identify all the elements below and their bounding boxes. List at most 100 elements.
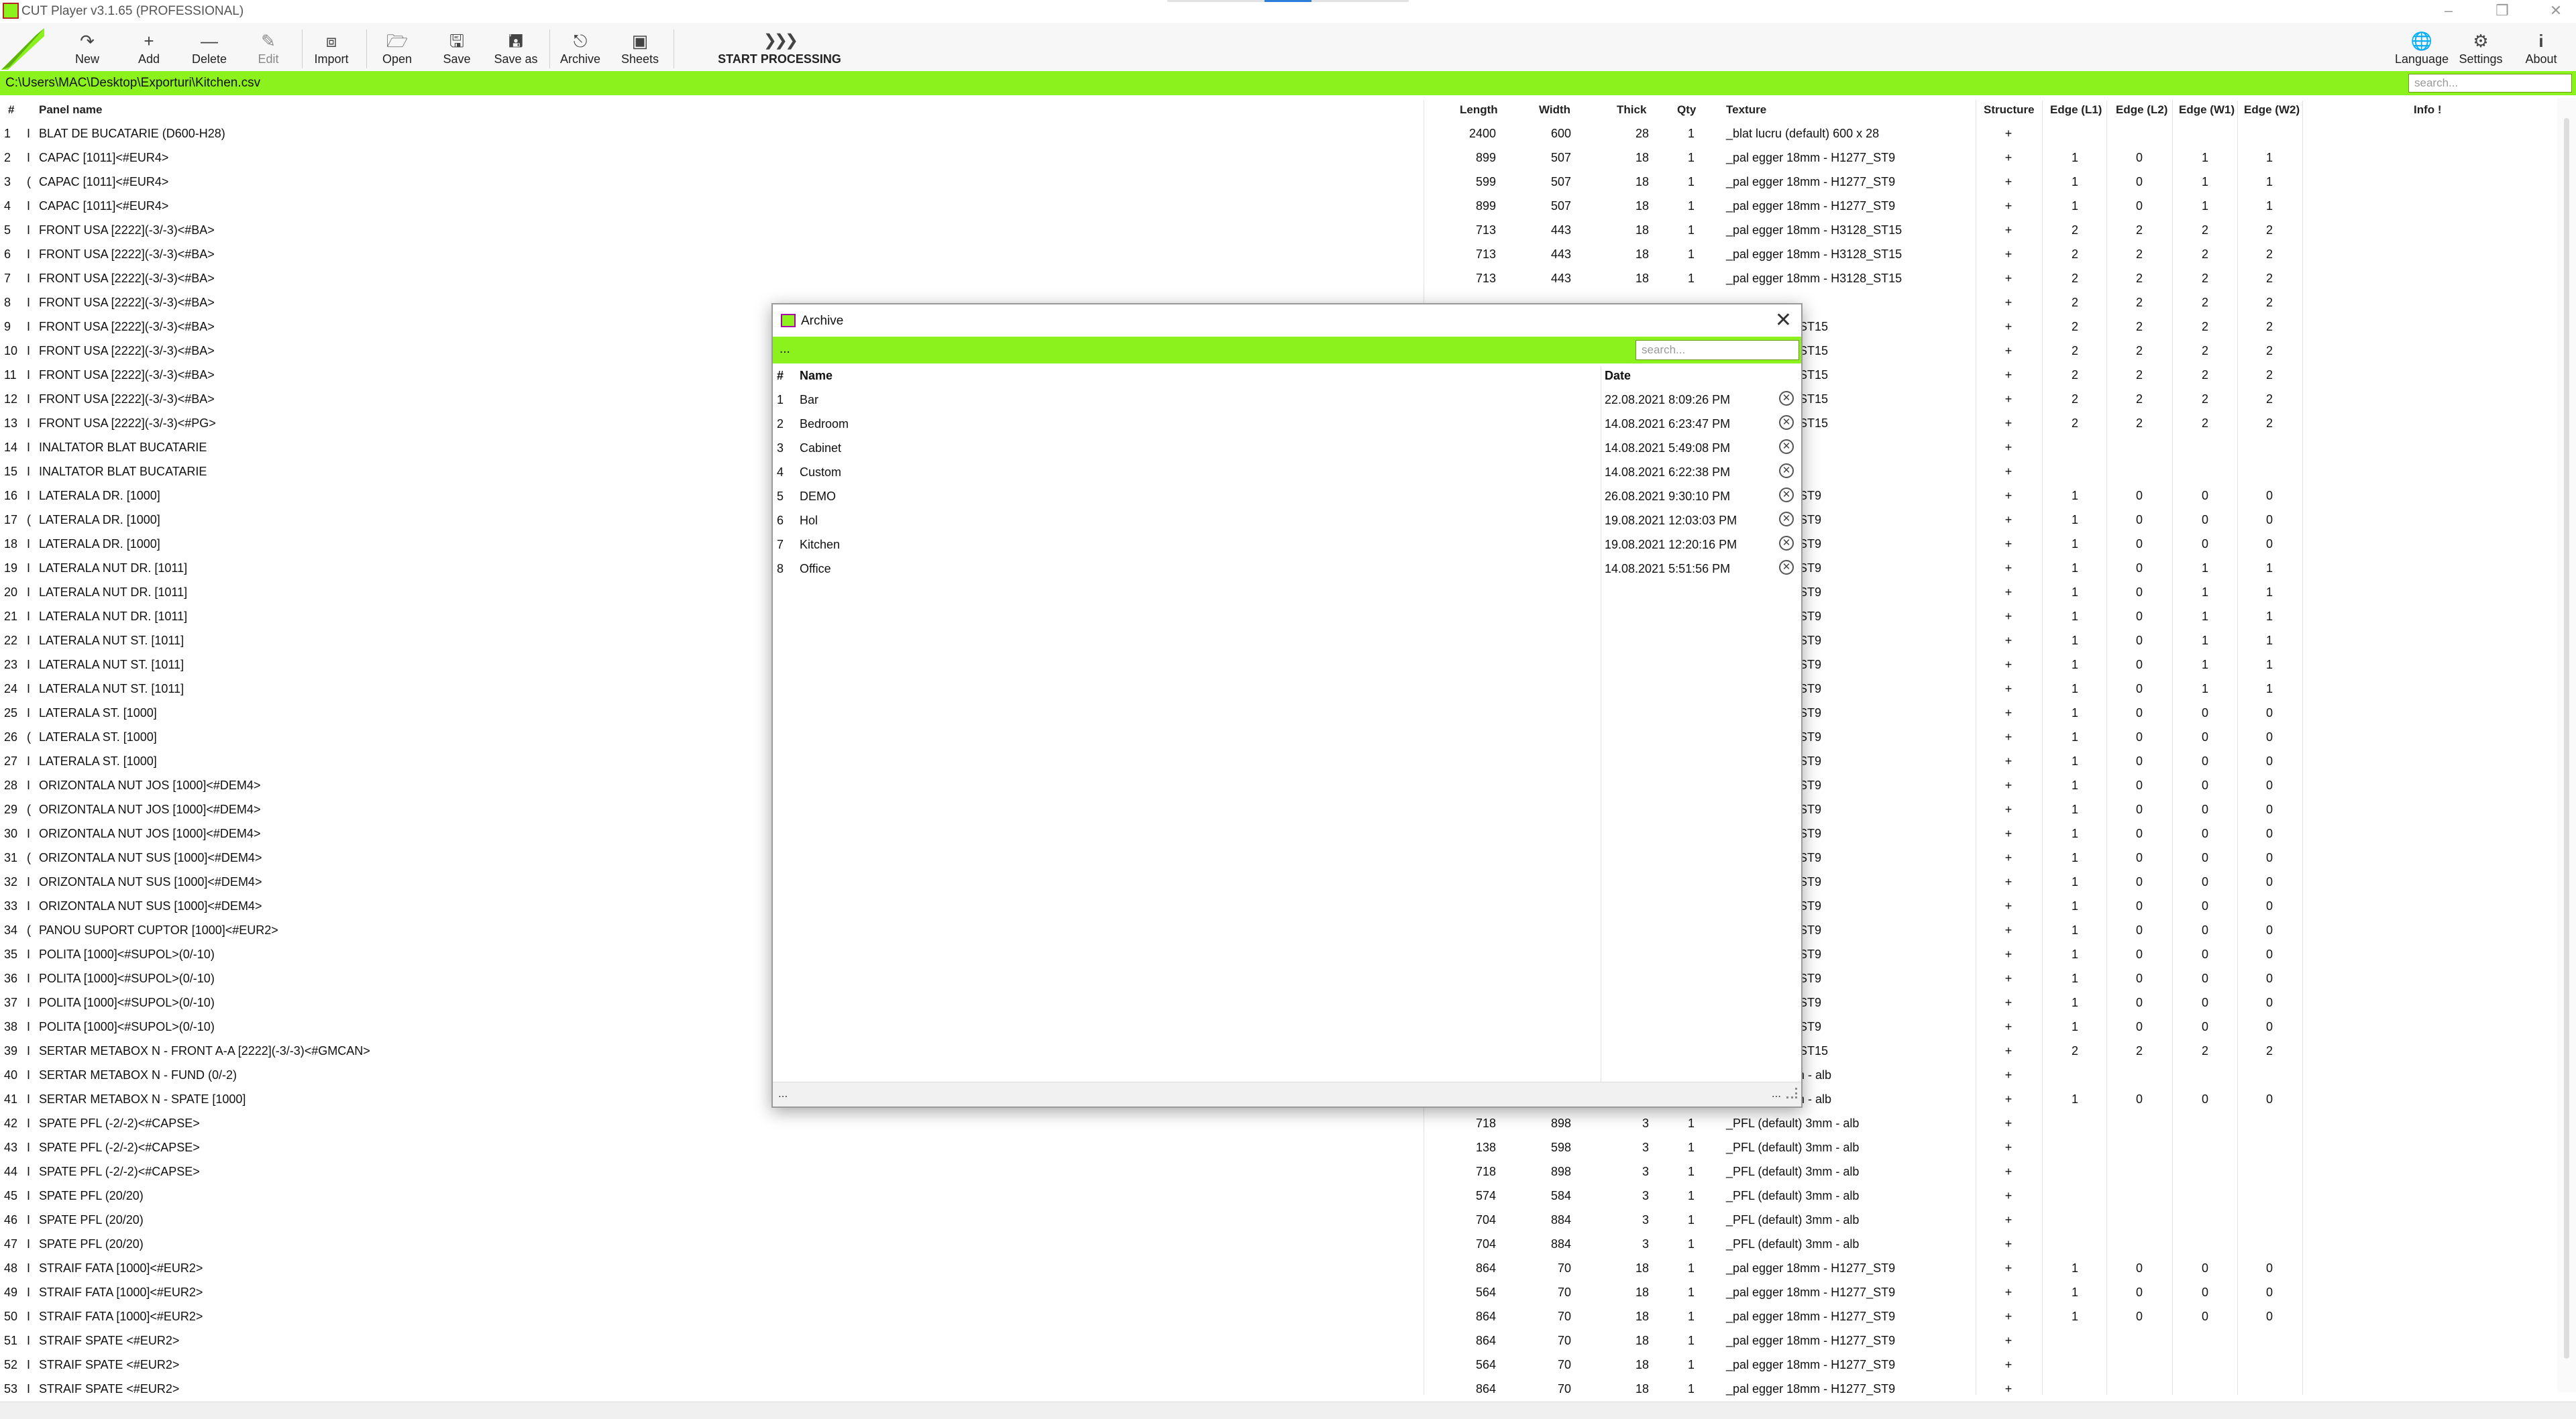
table-row[interactable]: 2 I CAPAC [1011]<#EUR4> 899 507 18 1 _pal egger… [0, 146, 2563, 170]
structure-cell: + [2004, 175, 2012, 188]
structure-cell: + [2004, 1092, 2012, 1106]
table-row[interactable]: 49 I STRAIF FATA [1000]<#EUR2> 564 70 18 1 _pal… [0, 1281, 2563, 1305]
table-row[interactable]: 46 I SPATE PFL (20/20) 704 884 3 1 _PFL (defaul… [0, 1208, 2563, 1233]
delete-circle-icon[interactable]: ✕ [1779, 415, 1794, 430]
sheets-button[interactable]: ▣ Sheets [613, 30, 667, 70]
col-header-length[interactable]: Length [1460, 103, 1498, 117]
col-header-edge-l1[interactable]: Edge (L1) [2050, 103, 2102, 117]
archive-item-date: 14.08.2021 6:22:38 PM [1605, 465, 1731, 479]
row-number: 44 [4, 1165, 18, 1178]
delete-circle-icon[interactable]: ✕ [1779, 512, 1794, 526]
scrollbar-thumb[interactable] [2564, 118, 2569, 1359]
edge-w2-cell: 1 [2265, 682, 2273, 695]
structure-cell: + [2004, 1382, 2012, 1396]
col-header-width[interactable]: Width [1539, 103, 1570, 117]
table-row[interactable]: 42 I SPATE PFL (-2/-2)<#CAPSE> 718 898 3 1 _PFL… [0, 1112, 2563, 1136]
edge-w2-cell: 1 [2265, 175, 2273, 188]
delete-circle-icon[interactable]: ✕ [1779, 463, 1794, 478]
delete-circle-icon[interactable]: ✕ [1779, 560, 1794, 575]
panel-name: PANOU SUPORT CUPTOR [1000]<#EUR2> [39, 923, 278, 937]
search-input[interactable] [2408, 74, 2572, 93]
col-header-info[interactable]: Info ! [2414, 103, 2442, 117]
add-button[interactable]: + Add [122, 30, 176, 70]
archive-col-name[interactable]: Name [800, 369, 833, 383]
table-row[interactable]: 3 (CAPAC [1011]<#EUR4> 599 507 18 1 _pal egger… [0, 170, 2563, 194]
delete-circle-icon[interactable]: ✕ [1779, 488, 1794, 502]
delete-circle-icon[interactable]: ✕ [1779, 439, 1794, 454]
table-row[interactable]: 51 I STRAIF SPATE <#EUR2> 864 70 18 1 _pal egge… [0, 1329, 2563, 1353]
archive-button[interactable]: ⎋ Archive [553, 30, 607, 70]
table-row[interactable]: 53 I STRAIF SPATE <#EUR2> 864 70 18 1 _pal egge… [0, 1377, 2563, 1396]
row-marker: I [27, 127, 31, 140]
table-row[interactable]: 47 I SPATE PFL (20/20) 704 884 3 1 _PFL (defaul… [0, 1233, 2563, 1257]
table-row[interactable]: 1 I BLAT DE BUCATARIE (D600-H28) 2400 600 28 1… [0, 122, 2563, 146]
col-header-structure[interactable]: Structure [1984, 103, 2035, 117]
table-row[interactable]: 48 I STRAIF FATA [1000]<#EUR2> 864 70 18 1 _pal… [0, 1257, 2563, 1281]
open-button[interactable]: 🗁 Open [370, 30, 424, 70]
table-row[interactable]: 52 I STRAIF SPATE <#EUR2> 564 70 18 1 _pal egge… [0, 1353, 2563, 1377]
save-as-button[interactable]: 🖪 Save as [489, 30, 543, 70]
maximize-button[interactable]: ❒ [2482, 0, 2522, 23]
about-button[interactable]: i About [2514, 30, 2568, 70]
language-button[interactable]: 🌐 Language [2395, 30, 2449, 70]
import-button[interactable]: ⧈ Import [305, 30, 358, 70]
delete-circle-icon[interactable]: ✕ [1779, 391, 1794, 406]
edge-l1-cell: 1 [2071, 754, 2078, 768]
archive-list-item[interactable]: 5 DEMO 26.08.2021 9:30:10 PM ✕ [773, 484, 1801, 508]
settings-label: Settings [2459, 52, 2503, 66]
archive-list-item[interactable]: 6 Hol 19.08.2021 12:03:03 PM ✕ [773, 508, 1801, 532]
panel-name: LATERALA ST. [1000] [39, 706, 157, 720]
archive-col-num[interactable]: # [777, 369, 784, 383]
table-row[interactable]: 45 I SPATE PFL (20/20) 574 584 3 1 _PFL (defaul… [0, 1184, 2563, 1208]
settings-button[interactable]: ⚙ Settings [2454, 30, 2508, 70]
delete-circle-icon[interactable]: ✕ [1779, 536, 1794, 551]
structure-cell: + [2004, 585, 2012, 599]
save-button[interactable]: 🖫 Save [430, 30, 484, 70]
archive-list-item[interactable]: 1 Bar 22.08.2021 8:09:26 PM ✕ [773, 388, 1801, 412]
col-header-num[interactable]: # [8, 103, 14, 117]
resize-grip-icon[interactable] [1786, 1088, 1797, 1098]
thick-cell: 3 [1642, 1189, 1649, 1202]
close-window-button[interactable]: ✕ [2536, 0, 2576, 23]
table-row[interactable]: 4 I CAPAC [1011]<#EUR4> 899 507 18 1 _pal egger… [0, 194, 2563, 219]
vertical-scrollbar[interactable] [2557, 98, 2576, 1392]
edit-button[interactable]: ✎ Edit [241, 30, 295, 70]
col-header-edge-l2[interactable]: Edge (L2) [2116, 103, 2167, 117]
archive-col-date[interactable]: Date [1605, 369, 1631, 383]
archive-list-item[interactable]: 3 Cabinet 14.08.2021 5:49:08 PM ✕ [773, 436, 1801, 460]
minimize-button[interactable]: – [2428, 0, 2469, 23]
panel-name: POLITA [1000]<#SUPOL>(0/-10) [39, 972, 215, 985]
col-header-panel-name[interactable]: Panel name [39, 103, 103, 117]
table-row[interactable]: 50 I STRAIF FATA [1000]<#EUR2> 864 70 18 1 _pal… [0, 1305, 2563, 1329]
table-row[interactable]: 7 I FRONT USA [2222](-3/-3)<#BA> 713 443 18 1 _… [0, 267, 2563, 291]
col-header-edge-w1[interactable]: Edge (W1) [2179, 103, 2235, 117]
archive-list-item[interactable]: 4 Custom 14.08.2021 6:22:38 PM ✕ [773, 460, 1801, 484]
col-header-edge-w2[interactable]: Edge (W2) [2244, 103, 2300, 117]
archive-list-item[interactable]: 7 Kitchen 19.08.2021 12:20:16 PM ✕ [773, 532, 1801, 557]
table-row[interactable]: 6 I FRONT USA [2222](-3/-3)<#BA> 713 443 18 1 _… [0, 243, 2563, 267]
qty-cell: 1 [1687, 1189, 1695, 1202]
col-header-qty[interactable]: Qty [1677, 103, 1696, 117]
table-row[interactable]: 44 I SPATE PFL (-2/-2)<#CAPSE> 718 898 3 1 _PFL… [0, 1160, 2563, 1184]
edge-l1-cell: 1 [2071, 634, 2078, 647]
length-cell: 713 [1475, 223, 1496, 237]
width-cell: 600 [1550, 127, 1571, 140]
info-icon: i [2538, 31, 2544, 51]
table-row[interactable]: 43 I SPATE PFL (-2/-2)<#CAPSE> 138 598 3 1 _PFL… [0, 1136, 2563, 1160]
edge-w1-cell: 1 [2201, 561, 2208, 575]
row-marker: ( [27, 851, 31, 864]
col-header-thick[interactable]: Thick [1617, 103, 1646, 117]
edge-w1-cell: 0 [2201, 513, 2208, 526]
archive-search-input[interactable] [1635, 340, 1799, 360]
edge-w2-cell: 0 [2265, 972, 2273, 985]
start-processing-button[interactable]: ❯❯❯ START PROCESSING [699, 30, 860, 70]
archive-list-item[interactable]: 2 Bedroom 14.08.2021 6:23:47 PM ✕ [773, 412, 1801, 436]
structure-cell: + [2004, 296, 2012, 309]
new-button[interactable]: ↷ New [60, 30, 114, 70]
close-icon[interactable]: ✕ [1775, 308, 1792, 332]
structure-cell: + [2004, 1358, 2012, 1371]
delete-button[interactable]: — Delete [182, 30, 236, 70]
archive-list-item[interactable]: 8 Office 14.08.2021 5:51:56 PM ✕ [773, 557, 1801, 581]
col-header-texture[interactable]: Texture [1726, 103, 1766, 117]
table-row[interactable]: 5 I FRONT USA [2222](-3/-3)<#BA> 713 443 18 1 _… [0, 219, 2563, 243]
